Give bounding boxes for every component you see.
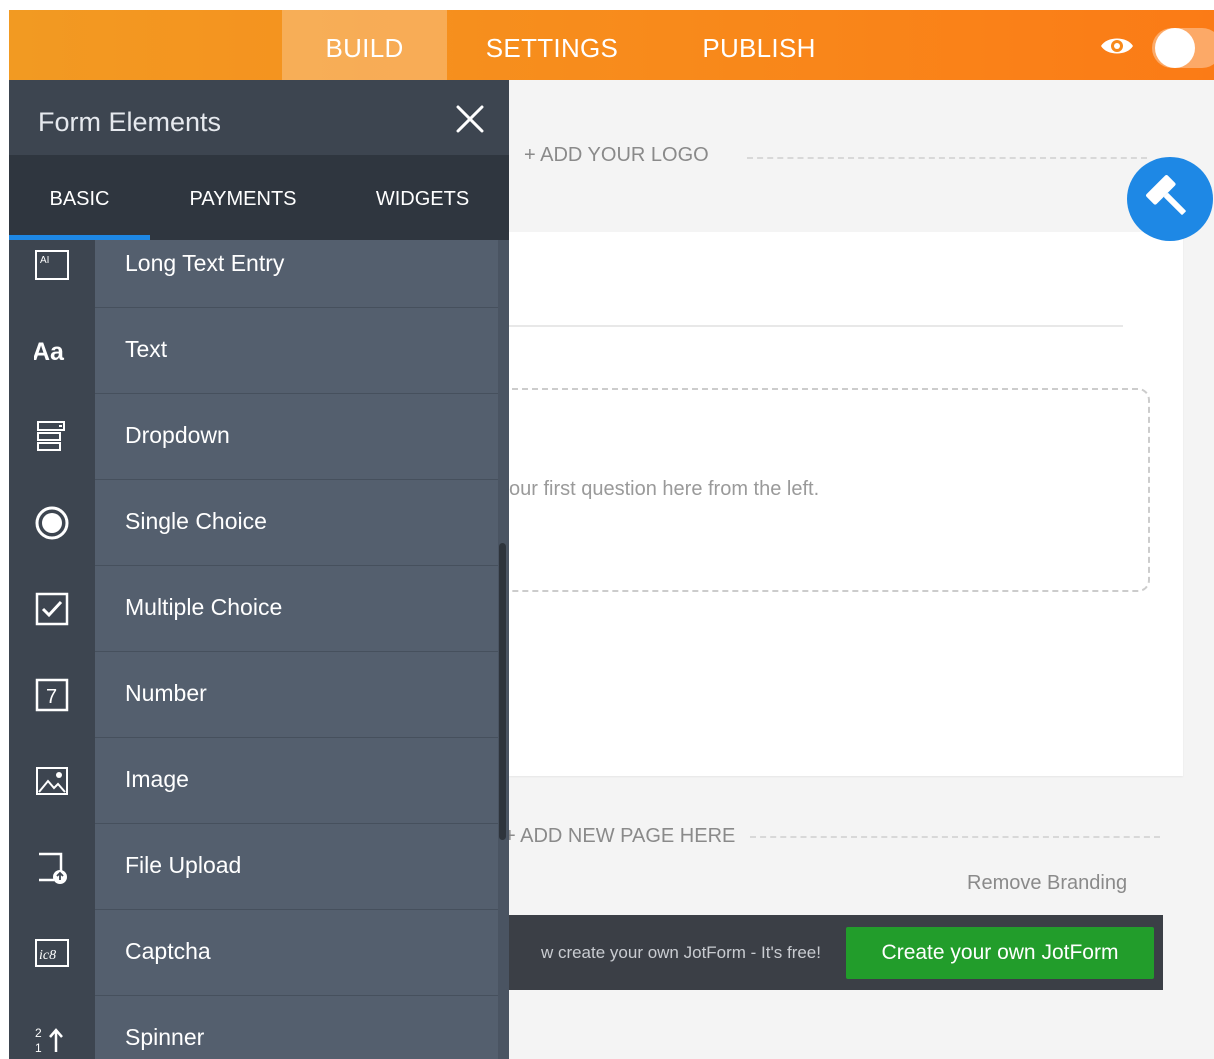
textarea-icon-text: AI: [40, 255, 49, 266]
element-icon-box: 2 1: [9, 996, 95, 1059]
add-page-link[interactable]: + ADD NEW PAGE HERE: [504, 825, 735, 848]
number-icon-glyph: 7: [46, 686, 57, 708]
left-edge: [0, 0, 9, 1059]
element-list: AI Long Text Entry Aa Text Dropdown Sing…: [9, 240, 498, 1059]
element-text[interactable]: Aa Text: [9, 308, 498, 394]
tab-settings[interactable]: SETTINGS: [472, 10, 632, 80]
element-icon-box: AI: [9, 240, 95, 308]
element-spinner[interactable]: 2 1 Spinner: [9, 996, 498, 1059]
drop-zone-hint: our first question here from the left.: [509, 478, 820, 500]
captcha-icon-glyph: ic8: [39, 948, 56, 963]
file-upload-icon: [39, 852, 67, 884]
eye-icon[interactable]: [1099, 34, 1135, 58]
preview-toggle[interactable]: [1152, 28, 1214, 68]
element-single-choice[interactable]: Single Choice: [9, 480, 498, 566]
toggle-knob: [1155, 28, 1195, 68]
text-icon: Aa: [34, 338, 65, 366]
element-label: Number: [125, 680, 207, 706]
remove-branding-link[interactable]: Remove Branding: [967, 872, 1127, 895]
element-long-text-entry[interactable]: AI Long Text Entry: [9, 240, 498, 308]
element-label: Long Text Entry: [125, 250, 285, 276]
image-icon: [36, 767, 68, 795]
panel-header: Form Elements: [9, 80, 509, 155]
number-icon: 7: [35, 678, 69, 712]
captcha-icon: ic8: [35, 939, 69, 967]
top-nav-bar: BUILD SETTINGS PUBLISH: [9, 10, 1214, 80]
close-icon[interactable]: [455, 104, 485, 134]
dropdown-icon: [37, 421, 65, 451]
element-icon-box: Aa: [9, 308, 95, 394]
page-divider: [750, 836, 1160, 838]
tab-basic[interactable]: BASIC: [9, 155, 150, 240]
element-icon-box: ic8: [9, 910, 95, 996]
paint-roller-icon: [1146, 175, 1186, 215]
create-jotform-button[interactable]: Create your own JotForm: [846, 927, 1154, 979]
text-icon-glyph: Aa: [34, 338, 65, 366]
element-label: Image: [125, 766, 189, 792]
panel-title: Form Elements: [38, 107, 222, 137]
logo-divider: [747, 157, 1147, 159]
element-label: File Upload: [125, 852, 242, 878]
element-icon-box: [9, 394, 95, 480]
svg-text:1: 1: [35, 1041, 42, 1055]
checkbox-icon: [35, 592, 69, 626]
element-label: Dropdown: [125, 422, 230, 448]
form-elements-panel: Form Elements BASIC PAYMENTS WIDGETS AI …: [9, 80, 509, 1059]
promo-text: w create your own JotForm - It's free!: [540, 943, 821, 962]
card-divider: [509, 325, 1123, 327]
element-dropdown[interactable]: Dropdown: [9, 394, 498, 480]
element-icon-box: [9, 824, 95, 910]
element-icon-box: [9, 480, 95, 566]
form-designer-button[interactable]: [1127, 157, 1213, 241]
element-label: Multiple Choice: [125, 594, 283, 620]
tab-build[interactable]: BUILD: [282, 10, 447, 80]
tab-publish[interactable]: PUBLISH: [689, 10, 829, 80]
element-captcha[interactable]: ic8 Captcha: [9, 910, 498, 996]
tab-widgets[interactable]: WIDGETS: [359, 155, 486, 240]
element-label: Single Choice: [125, 508, 267, 534]
scrollbar-thumb[interactable]: [499, 543, 506, 840]
element-icon-box: [9, 566, 95, 652]
top-edge: [0, 0, 1214, 10]
element-multiple-choice[interactable]: Multiple Choice: [9, 566, 498, 652]
panel-tabs: BASIC PAYMENTS WIDGETS: [9, 155, 509, 240]
element-image[interactable]: Image: [9, 738, 498, 824]
element-label: Captcha: [125, 938, 211, 964]
radio-icon: [35, 506, 69, 540]
textarea-icon: AI: [35, 250, 69, 280]
add-logo-link[interactable]: + ADD YOUR LOGO: [524, 144, 709, 167]
element-icon-box: [9, 738, 95, 824]
promo-bar: w create your own JotForm - It's free! C…: [509, 915, 1163, 990]
element-icon-box: 7: [9, 652, 95, 738]
spinner-icon: 2 1: [35, 1026, 63, 1055]
element-number[interactable]: 7 Number: [9, 652, 498, 738]
element-file-upload[interactable]: File Upload: [9, 824, 498, 910]
tab-payments[interactable]: PAYMENTS: [173, 155, 313, 240]
element-label: Text: [125, 336, 168, 362]
svg-text:2: 2: [35, 1026, 42, 1040]
element-label: Spinner: [125, 1024, 205, 1050]
